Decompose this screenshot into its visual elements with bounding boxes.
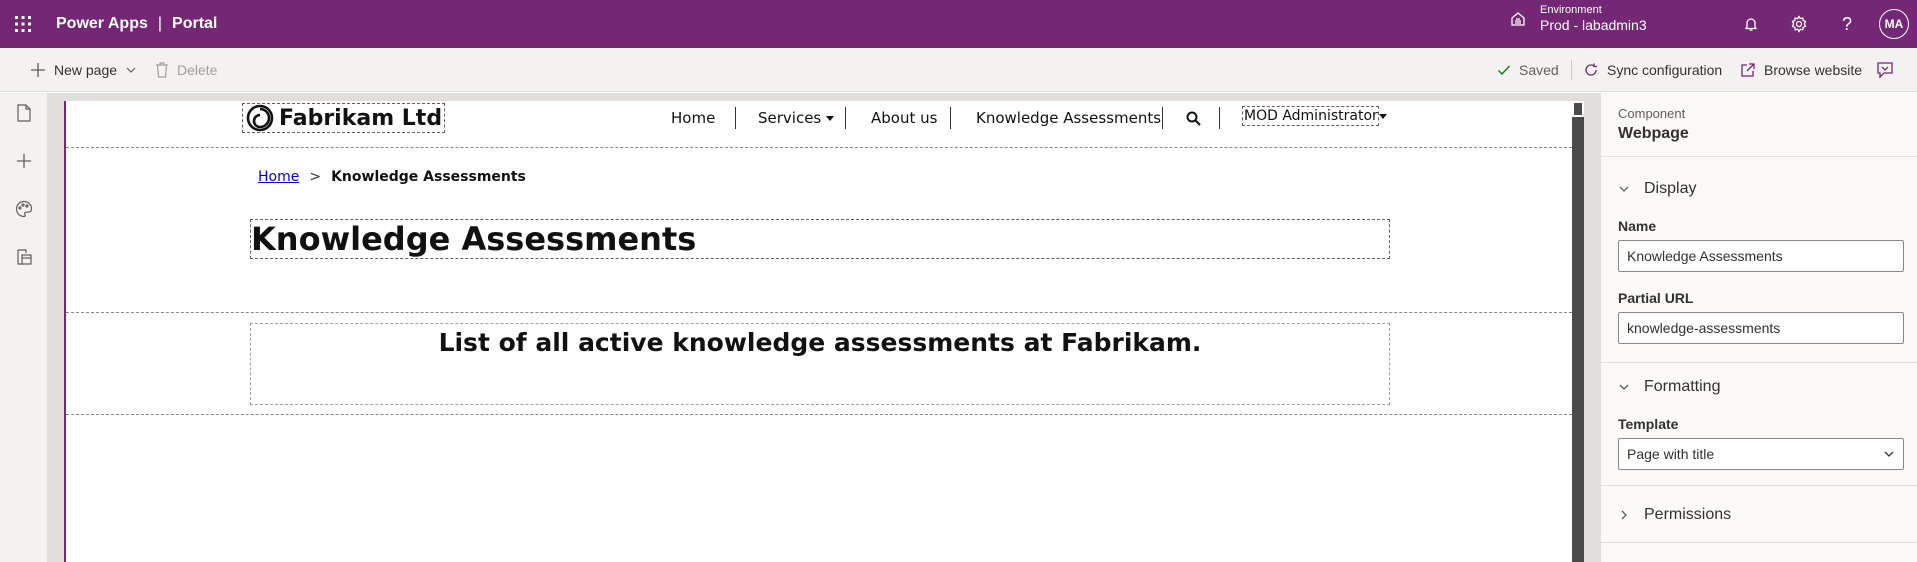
panel-kicker: Component xyxy=(1618,106,1686,121)
chevron-right-icon xyxy=(1621,510,1627,520)
scroll-thumb[interactable] xyxy=(1574,103,1582,115)
app-title: Power Apps | Portal xyxy=(56,15,217,33)
checkmark-icon xyxy=(1498,65,1511,76)
nav-home[interactable]: Home xyxy=(671,108,715,128)
theme-palette-icon[interactable] xyxy=(13,198,35,220)
saved-label: Saved xyxy=(1519,62,1559,78)
formatting-section-toggle[interactable]: Formatting xyxy=(1618,375,1720,399)
nav-divider xyxy=(735,107,736,129)
app-name: Power Apps xyxy=(56,15,148,32)
command-bar: New page Delete Saved Sync configuration… xyxy=(0,48,1917,92)
nav-services-label: Services xyxy=(758,109,822,127)
delete-button[interactable]: Delete xyxy=(155,48,217,92)
design-canvas: Fabrikam Ltd Home Services About us Know… xyxy=(48,93,1600,562)
name-label: Name xyxy=(1618,218,1657,234)
settings-gear-icon[interactable] xyxy=(1787,12,1811,36)
properties-panel: Component Webpage Display Name Knowledge… xyxy=(1600,93,1917,562)
site-header[interactable]: Fabrikam Ltd Home Services About us Know… xyxy=(66,101,1572,148)
page-title-section[interactable]: Knowledge Assessments xyxy=(250,219,1390,259)
nav-about[interactable]: About us xyxy=(871,108,937,128)
chevron-down-icon xyxy=(1619,384,1629,390)
name-input[interactable]: Knowledge Assessments xyxy=(1618,240,1904,272)
environment-label: Environment xyxy=(1540,4,1602,16)
display-section-toggle[interactable]: Display xyxy=(1618,177,1696,201)
nav-divider xyxy=(845,107,846,129)
page-title: Knowledge Assessments xyxy=(251,220,697,258)
caret-down-icon xyxy=(1378,113,1387,119)
saved-status: Saved xyxy=(1497,48,1559,92)
display-heading: Display xyxy=(1644,180,1697,197)
section-boundary xyxy=(66,312,1572,313)
templates-icon[interactable] xyxy=(13,246,35,268)
browse-label: Browse website xyxy=(1764,62,1863,78)
add-icon xyxy=(31,63,45,77)
browse-website-button[interactable]: Browse website xyxy=(1740,48,1862,92)
notifications-icon[interactable] xyxy=(1739,12,1763,36)
left-rail xyxy=(0,93,48,562)
app-header: Power Apps | Portal Environment Prod - l… xyxy=(0,0,1917,48)
breadcrumb-current: Knowledge Assessments xyxy=(331,169,526,185)
environment-picker[interactable]: Environment Prod - labadmin3 xyxy=(1508,4,1647,34)
sync-configuration-button[interactable]: Sync configuration xyxy=(1583,48,1722,92)
fabrikam-logo-icon xyxy=(246,104,274,132)
permissions-heading: Permissions xyxy=(1644,506,1732,523)
open-external-icon xyxy=(1741,63,1755,77)
nav-divider xyxy=(950,107,951,129)
app-launcher-icon[interactable] xyxy=(0,0,46,48)
nav-knowledge-assessments[interactable]: Knowledge Assessments xyxy=(976,108,1161,128)
command-divider xyxy=(1571,60,1572,80)
feedback-icon xyxy=(1877,62,1893,79)
scroll-up-area[interactable] xyxy=(1572,101,1584,117)
panel-divider xyxy=(1601,542,1917,543)
nav-divider xyxy=(1219,107,1220,129)
delete-label: Delete xyxy=(177,62,218,78)
user-menu[interactable]: MOD Administrator xyxy=(1242,106,1387,126)
new-page-label: New page xyxy=(54,62,118,78)
feedback-button[interactable] xyxy=(1876,48,1902,92)
partial-url-label: Partial URL xyxy=(1618,290,1694,306)
sync-label: Sync configuration xyxy=(1607,62,1723,78)
caret-down-icon xyxy=(826,115,835,121)
content-text: List of all active knowledge assessments… xyxy=(438,328,1202,357)
panel-divider xyxy=(1601,485,1917,486)
nav-divider xyxy=(1162,107,1163,129)
site-search-icon[interactable] xyxy=(1186,108,1201,128)
environment-value: Prod - labadmin3 xyxy=(1540,17,1647,34)
permissions-section-toggle[interactable]: Permissions xyxy=(1618,503,1731,527)
breadcrumb-separator: > xyxy=(309,169,322,185)
panel-divider xyxy=(1601,362,1917,363)
sync-icon xyxy=(1585,63,1597,76)
site-logo-text: Fabrikam Ltd xyxy=(279,105,443,131)
app-section: Portal xyxy=(172,15,218,32)
template-label: Template xyxy=(1618,416,1679,432)
new-page-button[interactable]: New page xyxy=(30,48,137,92)
environment-icon xyxy=(1511,12,1525,26)
help-icon[interactable]: ? xyxy=(1835,12,1859,36)
template-select[interactable]: Page with title xyxy=(1618,438,1904,470)
breadcrumb-home-link[interactable]: Home xyxy=(258,169,299,185)
canvas-scrollbar[interactable] xyxy=(1572,117,1584,562)
nav-services[interactable]: Services xyxy=(758,108,835,128)
text-component[interactable]: List of all active knowledge assessments… xyxy=(250,323,1390,405)
panel-title: Webpage xyxy=(1618,125,1689,142)
site-logo[interactable]: Fabrikam Ltd xyxy=(242,103,446,133)
add-component-icon[interactable] xyxy=(13,150,35,172)
title-separator: | xyxy=(157,15,163,32)
section-boundary xyxy=(66,414,1572,415)
user-menu-label: MOD Administrator xyxy=(1244,108,1378,124)
template-value: Page with title xyxy=(1627,446,1715,462)
user-avatar[interactable]: MA xyxy=(1879,9,1909,39)
chevron-down-icon xyxy=(1619,186,1629,192)
page-icon[interactable] xyxy=(13,102,35,124)
chevron-down-icon xyxy=(1884,451,1894,457)
breadcrumb: Home > Knowledge Assessments xyxy=(258,169,526,185)
formatting-heading: Formatting xyxy=(1644,378,1721,395)
website-preview: Fabrikam Ltd Home Services About us Know… xyxy=(64,101,1572,562)
partial-url-input[interactable]: knowledge-assessments xyxy=(1618,312,1904,344)
panel-divider xyxy=(1601,156,1917,157)
chevron-down-icon xyxy=(126,67,136,73)
trash-icon xyxy=(156,62,168,78)
